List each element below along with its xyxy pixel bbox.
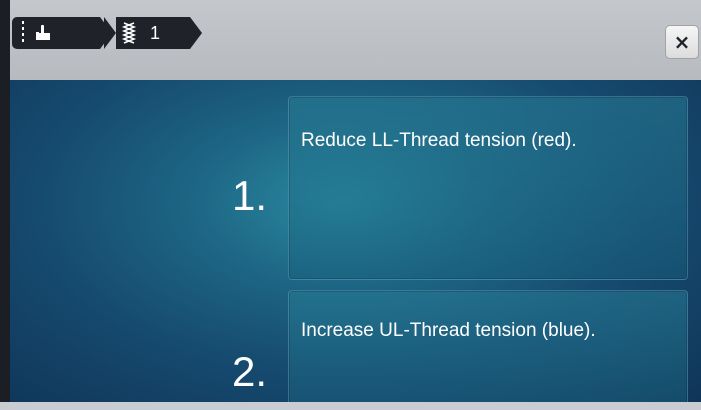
close-button[interactable]: ×	[665, 25, 699, 59]
breadcrumb-item-stitch[interactable]: 1	[104, 17, 202, 49]
breadcrumb: 1	[12, 17, 202, 49]
top-bar: 1 ×	[0, 0, 701, 80]
step-number: 2.	[232, 348, 268, 395]
stitch-icon	[121, 22, 137, 44]
hand-pointer-icon	[36, 24, 50, 40]
instruction-panel: 1. Reduce LL-Thread tension (red). 2. In…	[10, 80, 701, 402]
dashed-line-icon	[22, 21, 24, 45]
step-card: Reduce LL-Thread tension (red).	[288, 96, 688, 280]
left-edge	[0, 0, 10, 410]
breadcrumb-label: 1	[150, 22, 161, 43]
breadcrumb-item-home[interactable]	[12, 17, 112, 49]
step-number: 1.	[232, 172, 268, 219]
close-icon: ×	[673, 30, 691, 54]
screen: 1 × 1. Reduce LL-Thread tension (red). 2…	[0, 0, 701, 410]
step-card: Increase UL-Thread tension (blue).	[288, 290, 688, 402]
step-text: Reduce LL-Thread tension (red).	[301, 130, 577, 151]
step-text: Increase UL-Thread tension (blue).	[301, 320, 596, 341]
bottom-strip	[0, 402, 701, 410]
